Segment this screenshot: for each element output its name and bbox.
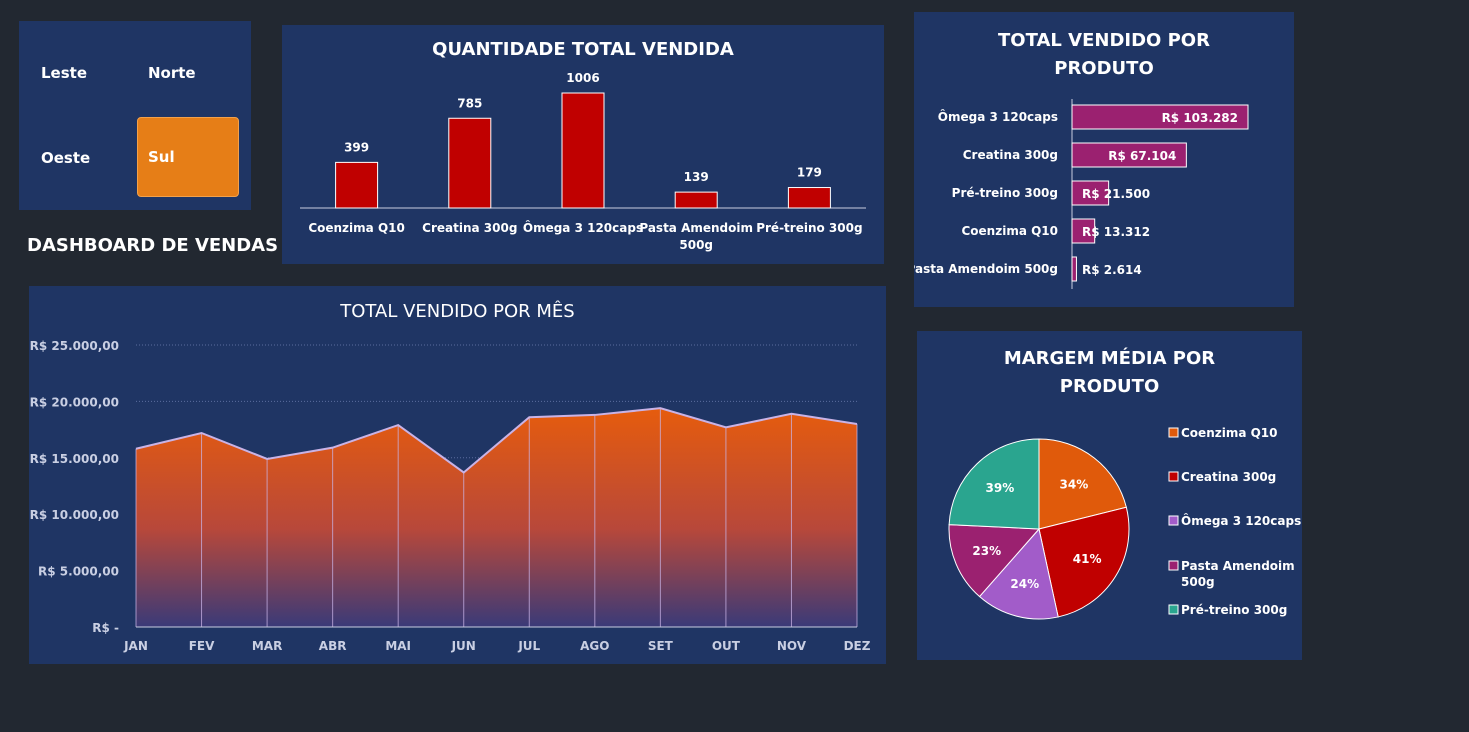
data-label: R$ 2.614 bbox=[1082, 263, 1142, 277]
y-tick-label: Pré-treino 300g bbox=[952, 186, 1058, 200]
legend-label: Coenzima Q10 bbox=[1181, 426, 1278, 440]
data-label: 34% bbox=[1060, 477, 1089, 491]
x-tick-label: MAR bbox=[252, 639, 282, 653]
data-label: 39% bbox=[986, 481, 1015, 495]
x-tick-label: NOV bbox=[777, 639, 807, 653]
legend-label: Pré-treino 300g bbox=[1181, 603, 1287, 617]
legend-swatch bbox=[1168, 604, 1179, 615]
legend-swatch bbox=[1168, 471, 1179, 482]
x-tick-label: 500g bbox=[679, 238, 713, 252]
revenue-by-product-chart: Ômega 3 120caps R$ 103.282 Creatina 300g R$… bbox=[914, 99, 1249, 289]
x-tick-label: Pasta Amendoim bbox=[639, 221, 753, 235]
y-tick-label: R$ 25.000,00 bbox=[30, 339, 119, 353]
data-label: 41% bbox=[1073, 552, 1102, 566]
x-tick-label: AGO bbox=[580, 639, 609, 653]
slicer-item-norte[interactable]: Norte bbox=[144, 33, 246, 113]
bar bbox=[561, 92, 605, 209]
revenue-by-product-panel: TOTAL VENDIDO POR PRODUTO Ômega 3 120cap… bbox=[914, 12, 1294, 307]
data-label: 139 bbox=[684, 170, 709, 184]
y-tick-label: R$ - bbox=[92, 621, 119, 635]
y-tick-label: R$ 5.000,00 bbox=[38, 565, 119, 579]
x-tick-label: JUL bbox=[517, 639, 540, 653]
data-label: 179 bbox=[797, 166, 822, 180]
y-tick-label: Coenzima Q10 bbox=[961, 224, 1058, 238]
x-tick-label: ABR bbox=[319, 639, 347, 653]
region-slicer: Leste Norte Oeste Sul bbox=[19, 21, 251, 210]
y-tick-label: Creatina 300g bbox=[963, 148, 1058, 162]
data-label: 23% bbox=[972, 544, 1001, 558]
data-label: 24% bbox=[1010, 577, 1039, 591]
x-tick-label: Creatina 300g bbox=[422, 221, 517, 235]
legend-label: 500g bbox=[1181, 575, 1215, 589]
y-tick-label: R$ 20.000,00 bbox=[30, 395, 119, 409]
y-tick-label: R$ 15.000,00 bbox=[30, 452, 119, 466]
legend-swatch bbox=[1168, 427, 1179, 438]
data-label: 399 bbox=[344, 140, 369, 154]
legend-label: Ômega 3 120caps bbox=[1181, 513, 1301, 528]
data-label: R$ 21.500 bbox=[1082, 187, 1150, 201]
bar bbox=[1071, 256, 1077, 282]
x-tick-label: JAN bbox=[123, 639, 148, 653]
y-tick-label: Ômega 3 120caps bbox=[938, 109, 1058, 124]
legend-label: Pasta Amendoim bbox=[1181, 559, 1295, 573]
x-tick-label: DEZ bbox=[844, 639, 871, 653]
x-tick-label: FEV bbox=[189, 639, 215, 653]
quantity-chart-panel: QUANTIDADE TOTAL VENDIDA 399 Coenzima Q10… bbox=[282, 25, 884, 264]
y-tick-label: Pasta Amendoim 500g bbox=[914, 262, 1058, 276]
legend-swatch bbox=[1168, 560, 1179, 571]
slicer-item-sul[interactable]: Sul bbox=[137, 117, 239, 197]
data-label: R$ 13.312 bbox=[1082, 225, 1150, 239]
monthly-area-chart: R$ - R$ 5.000,00 R$ 10.000,00 R$ 15.000,00 R… bbox=[30, 339, 871, 653]
bar bbox=[335, 161, 379, 209]
data-label: 785 bbox=[457, 96, 482, 110]
data-label: R$ 67.104 bbox=[1108, 149, 1176, 163]
dashboard-title: DASHBOARD DE VENDAS bbox=[27, 235, 279, 256]
x-tick-label: Ômega 3 120caps bbox=[523, 220, 643, 235]
data-label: R$ 103.282 bbox=[1162, 111, 1238, 125]
x-tick-label: Coenzima Q10 bbox=[308, 221, 405, 235]
legend-label: Creatina 300g bbox=[1181, 470, 1276, 484]
monthly-revenue-panel: TOTAL VENDIDO POR MÊS R$ - R$ 5.000,00 R$ … bbox=[29, 286, 886, 664]
bar bbox=[787, 187, 831, 209]
x-tick-label: Pré-treino 300g bbox=[756, 221, 862, 235]
margin-pie-chart: 34% 41% 24% 23% 39% Coenzima Q10 Creatina 300g… bbox=[948, 426, 1301, 620]
legend-swatch bbox=[1168, 515, 1179, 526]
data-label: 1006 bbox=[566, 71, 599, 85]
slicer-item-leste[interactable]: Leste bbox=[37, 33, 139, 113]
bar bbox=[448, 117, 492, 209]
x-tick-label: MAI bbox=[385, 639, 411, 653]
x-tick-label: OUT bbox=[712, 639, 741, 653]
x-tick-label: JUN bbox=[451, 639, 476, 653]
bar bbox=[674, 191, 718, 209]
y-tick-label: R$ 10.000,00 bbox=[30, 508, 119, 522]
quantity-bar-chart: 399 Coenzima Q10 785 Creatina 300g 1006 Ômega… bbox=[300, 71, 866, 252]
x-tick-label: SET bbox=[648, 639, 674, 653]
area-series bbox=[136, 408, 857, 627]
margin-pie-panel: MARGEM MÉDIA POR PRODUTO 34% 41% 24% 23% 39%… bbox=[917, 331, 1302, 660]
slicer-item-oeste[interactable]: Oeste bbox=[37, 118, 139, 198]
